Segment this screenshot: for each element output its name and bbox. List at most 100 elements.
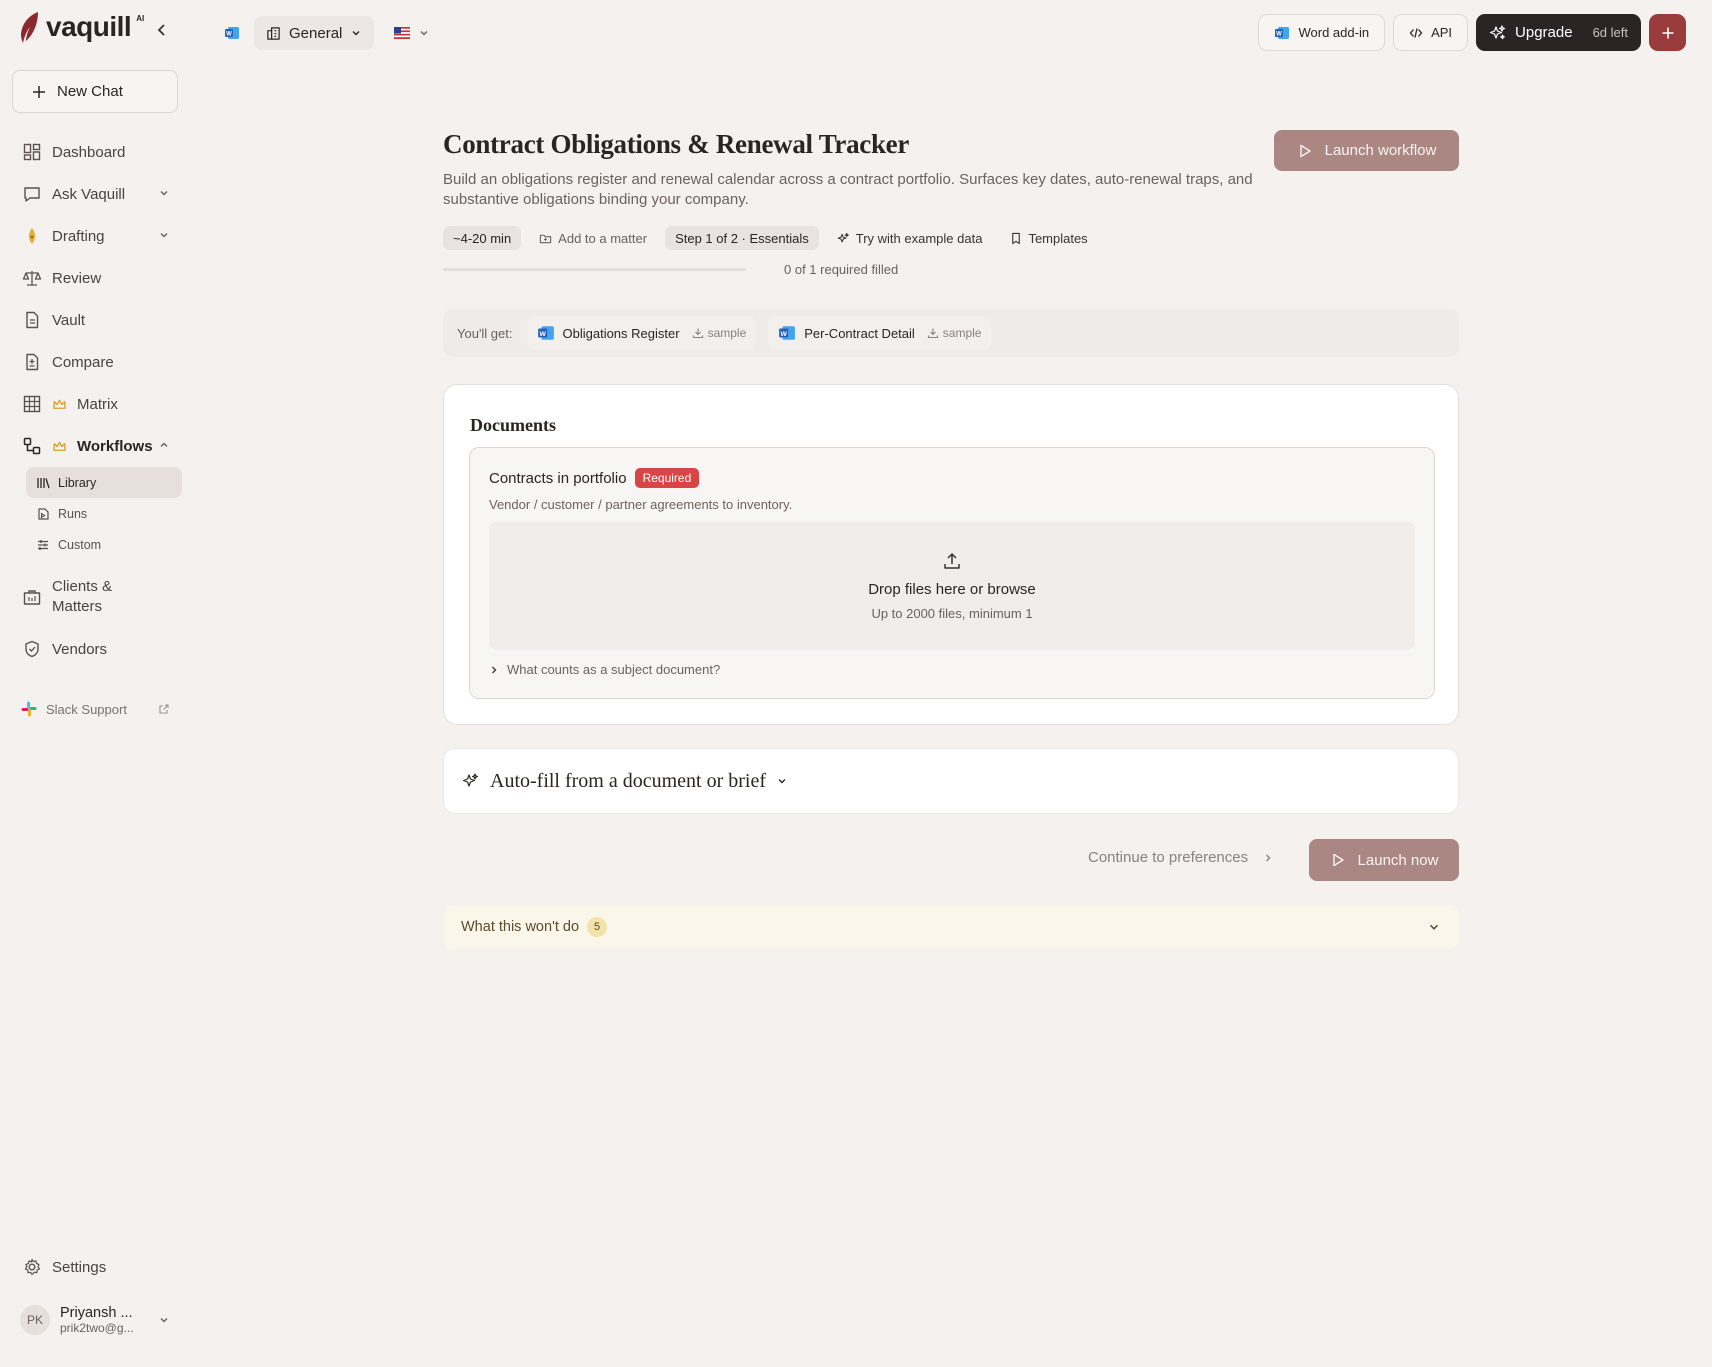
pen-nib-icon <box>28 228 36 244</box>
api-button[interactable]: API <box>1393 14 1469 51</box>
compare-icon <box>26 353 39 371</box>
launch-now-label: Launch now <box>1357 851 1439 869</box>
upgrade-button[interactable]: Upgrade 6d left <box>1476 14 1641 51</box>
region-select[interactable] <box>388 16 436 50</box>
sidebar-item-matrix[interactable]: Matrix <box>12 383 182 425</box>
chevron-down-icon <box>778 779 786 784</box>
launch-workflow-label: Launch workflow <box>1324 142 1437 159</box>
sidebar-nav: Dashboard Ask Vaquill Drafting Review Va… <box>12 131 182 670</box>
autofill-label: Auto-fill from a document or brief <box>490 769 767 792</box>
limitations-label: What this won't do <box>461 919 580 935</box>
sidebar-item-label: Matrix <box>77 395 118 413</box>
svg-text:W: W <box>539 331 546 338</box>
user-menu[interactable]: PK Priyansh ... prik2two@g... <box>20 1305 170 1335</box>
required-progress-bar <box>443 268 746 271</box>
workflow-meta-row: ~4-20 min Add to a matter Step 1 of 2 · … <box>443 226 1098 250</box>
settings-label: Settings <box>52 1258 107 1276</box>
chevron-down-icon <box>420 31 428 36</box>
svg-text:W: W <box>226 32 232 38</box>
workspace-select[interactable]: General <box>254 16 375 50</box>
new-chat-label: New Chat <box>57 83 123 100</box>
slack-support-link[interactable]: Slack Support <box>20 700 170 718</box>
workflow-icon <box>23 437 41 455</box>
field-help-text: Vendor / customer / partner agreements t… <box>489 497 793 512</box>
play-icon <box>1332 853 1344 867</box>
continue-to-preferences-button[interactable]: Continue to preferences <box>1088 849 1274 866</box>
download-sample-link[interactable]: sample <box>692 326 747 340</box>
sidebar-subitem-runs[interactable]: Runs <box>12 498 182 529</box>
limitations-toggle[interactable]: What this won't do 5 <box>443 905 1459 949</box>
sidebar-item-review[interactable]: Review <box>12 257 182 299</box>
settings-link[interactable]: Settings <box>22 1257 106 1277</box>
sidebar-item-compare[interactable]: Compare <box>12 341 182 383</box>
svg-text:W: W <box>781 331 788 338</box>
subject-document-help-label: What counts as a subject document? <box>507 662 721 677</box>
quill-logo-icon <box>21 12 38 43</box>
topbar-right: W Word add-in API Upgrade 6d left <box>1258 14 1686 51</box>
api-label: API <box>1431 25 1453 40</box>
outputs-bar: You'll get: W Obligations Register sampl… <box>443 309 1459 357</box>
continue-label: Continue to preferences <box>1088 849 1249 866</box>
contracts-field: Contracts in portfolio Required Vendor /… <box>469 447 1435 699</box>
outputs-label: You'll get: <box>457 325 513 341</box>
sidebar-item-ask-vaquill[interactable]: Ask Vaquill <box>12 173 182 215</box>
quick-add-button[interactable] <box>1649 14 1686 51</box>
sidebar-item-vault[interactable]: Vault <box>12 299 182 341</box>
sidebar-subitem-label: Runs <box>58 506 88 521</box>
field-header: Contracts in portfolio Required <box>489 468 700 488</box>
shield-icon <box>25 640 39 658</box>
word-addin-label: Word add-in <box>1298 25 1370 40</box>
required-badge: Required <box>634 468 700 488</box>
word-shortcut-button[interactable]: W <box>224 25 240 41</box>
upgrade-label: Upgrade <box>1515 24 1573 41</box>
user-email: prik2two@g... <box>60 1321 134 1335</box>
chevron-down-icon <box>1429 924 1439 930</box>
plus-icon <box>1662 27 1673 38</box>
sidebar-item-vendors[interactable]: Vendors <box>12 628 182 670</box>
brand-logo[interactable]: vaquill AI <box>18 10 144 44</box>
output-name: Obligations Register <box>562 325 680 341</box>
sidebar-subitem-label: Custom <box>58 537 102 552</box>
sidebar-item-label: Vault <box>52 311 86 329</box>
try-example-button[interactable]: Try with example data <box>827 226 993 250</box>
sidebar-item-drafting[interactable]: Drafting <box>12 215 182 257</box>
documents-title: Documents <box>470 415 556 435</box>
sidebar-item-workflows[interactable]: Workflows <box>12 425 182 467</box>
templates-button[interactable]: Templates <box>1000 226 1097 250</box>
word-addin-button[interactable]: W Word add-in <box>1258 14 1386 51</box>
collapse-sidebar-button[interactable] <box>152 20 172 40</box>
sidebar: vaquill AI New Chat Dashboard Ask Vaquil… <box>0 0 190 1367</box>
scales-icon <box>22 271 42 286</box>
output-chip-per-contract-detail[interactable]: W Per-Contract Detail sample <box>768 316 992 350</box>
sidebar-item-label: Review <box>52 269 102 287</box>
dashboard-icon <box>23 143 41 161</box>
launch-workflow-button[interactable]: Launch workflow <box>1274 130 1459 171</box>
slack-support-label: Slack Support <box>46 701 127 717</box>
file-dropzone[interactable]: Drop files here or browse Up to 2000 fil… <box>489 522 1415 650</box>
sidebar-item-label: Clients & <box>52 578 113 595</box>
subject-document-help-toggle[interactable]: What counts as a subject document? <box>489 662 720 677</box>
building-icon <box>267 26 280 40</box>
library-icon <box>37 477 50 488</box>
dropzone-limits: Up to 2000 files, minimum 1 <box>871 606 1033 621</box>
sample-label: sample <box>707 326 747 340</box>
sidebar-item-label: Ask Vaquill <box>52 185 126 203</box>
autofill-section-toggle[interactable]: Auto-fill from a document or brief <box>443 748 1459 814</box>
sidebar-item-dashboard[interactable]: Dashboard <box>12 131 182 173</box>
new-chat-button[interactable]: New Chat <box>12 70 178 113</box>
add-to-matter-button[interactable]: Add to a matter <box>529 226 657 250</box>
output-name: Per-Contract Detail <box>804 325 915 341</box>
word-icon: W <box>779 326 796 340</box>
download-icon <box>692 328 703 339</box>
sidebar-subitem-custom[interactable]: Custom <box>12 529 182 560</box>
sparkle-icon <box>1489 24 1506 39</box>
download-sample-link[interactable]: sample <box>927 326 981 340</box>
sliders-icon <box>38 539 48 550</box>
svg-text:W: W <box>1277 31 1283 37</box>
output-chip-obligations-register[interactable]: W Obligations Register sample <box>526 316 757 350</box>
workspace-label: General <box>289 24 343 42</box>
launch-now-button[interactable]: Launch now <box>1309 839 1459 881</box>
word-icon: W <box>225 27 239 39</box>
sidebar-item-clients-matters[interactable]: Clients & Matters <box>12 566 182 628</box>
sidebar-subitem-library[interactable]: Library <box>26 467 182 498</box>
